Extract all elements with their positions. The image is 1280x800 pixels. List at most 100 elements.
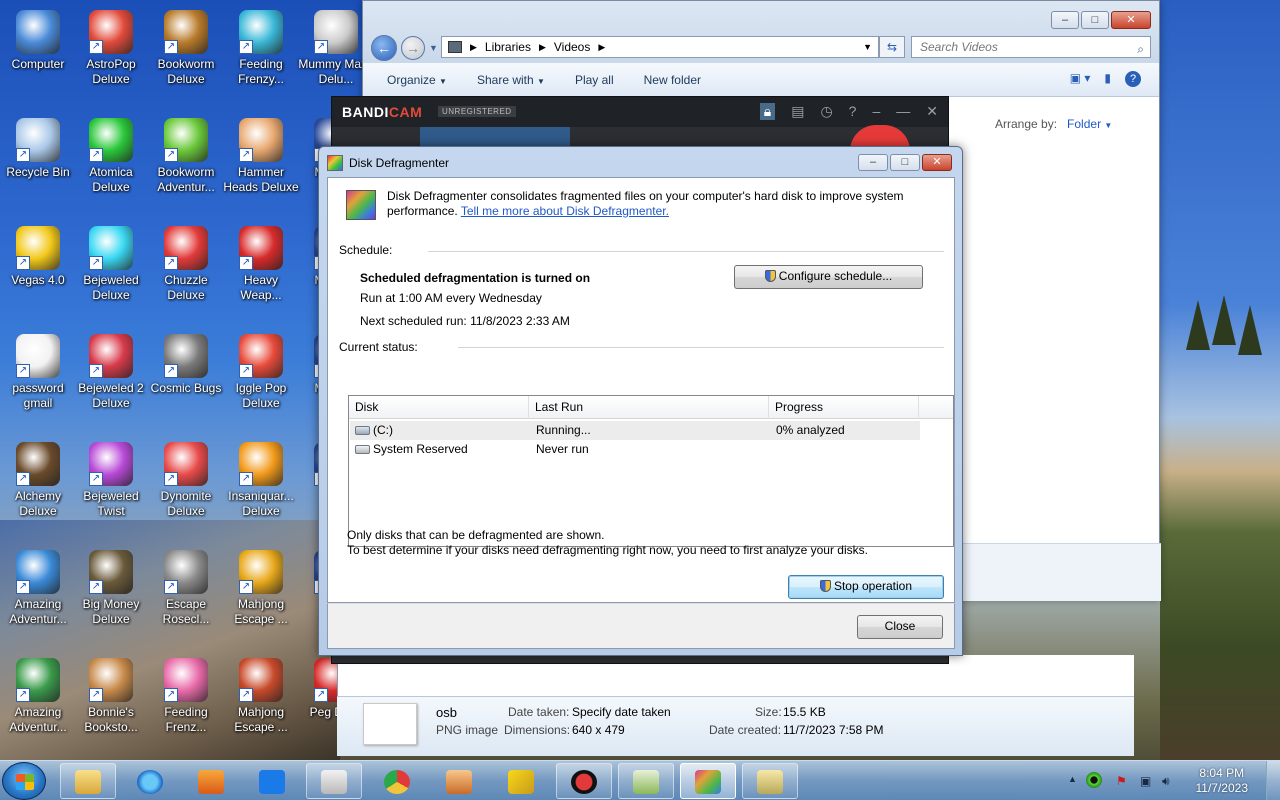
desktop-icon[interactable]: ↗ Mahjong Escape ... [223, 658, 299, 735]
desktop-icon[interactable]: ↗ password gmail [0, 334, 76, 411]
minimize-icon[interactable]: – [872, 103, 880, 120]
disk-list[interactable]: Disk Last Run Progress (C:) Running... 0… [348, 395, 954, 547]
refresh-icon[interactable]: ⇆ [879, 36, 905, 58]
column-progress[interactable]: Progress [769, 396, 919, 419]
shortcut-arrow-icon: ↗ [164, 40, 178, 54]
close-dialog-button[interactable]: Close [857, 615, 943, 639]
desktop-icon[interactable]: ↗ Vegas 4.0 [0, 226, 76, 288]
help-icon[interactable]: ? [1125, 71, 1141, 87]
clock-time: 8:04 PM [1199, 766, 1245, 780]
taskbar-explorer[interactable] [60, 763, 116, 799]
lock-icon[interactable]: 🔒︎ [759, 103, 776, 120]
play-all-button[interactable]: Play all [575, 73, 614, 87]
address-dropdown-icon[interactable]: ▼ [863, 42, 872, 52]
desktop-icon[interactable]: ↗ Recycle Bin [0, 118, 76, 180]
desktop-icon[interactable]: ↗ Atomica Deluxe [73, 118, 149, 195]
share-with-button[interactable]: Share with ▼ [477, 73, 545, 87]
back-icon[interactable]: ← [371, 35, 397, 61]
taskbar-chrome[interactable] [369, 763, 425, 799]
desktop-icon[interactable]: ↗ AstroPop Deluxe [73, 10, 149, 87]
history-chevron-icon[interactable]: ▼ [429, 43, 438, 53]
column-last-run[interactable]: Last Run [529, 396, 769, 419]
desktop-icon[interactable]: ↗ Alchemy Deluxe [0, 442, 76, 519]
taskbar-vegas[interactable] [493, 763, 549, 799]
taskbar-media-player[interactable] [183, 763, 239, 799]
desktop-icon[interactable]: ↗ Feeding Frenzy... [223, 10, 299, 87]
bandicam-mode-tabs[interactable] [420, 127, 570, 147]
desktop-icon[interactable]: ↗ Hammer Heads Deluxe [223, 118, 299, 195]
clock[interactable]: 8:04 PM 11/7/2023 [1196, 766, 1249, 796]
view-options-icon[interactable]: ▣ ▾ [1070, 71, 1091, 87]
desktop-icon[interactable]: ↗ Amazing Adventur... [0, 550, 76, 627]
close-button[interactable]: ✕ [1111, 11, 1151, 29]
desktop-icon[interactable]: ↗ Bookworm Deluxe [148, 10, 224, 87]
volume-icon[interactable]: 🔊︎ [1162, 774, 1170, 789]
breadcrumb-videos[interactable]: Videos [554, 40, 590, 54]
desktop-icon[interactable]: ↗ Big Money Deluxe [73, 550, 149, 627]
close-button[interactable]: ✕ [922, 154, 952, 171]
address-bar[interactable]: ▶ Libraries ▶ Videos ▶ ▼ [441, 36, 879, 58]
disk-row-system-reserved[interactable]: System Reserved Never run [350, 440, 920, 459]
show-hidden-icons-icon[interactable]: ▲ [1068, 774, 1077, 784]
configure-schedule-button[interactable]: Configure schedule... [734, 265, 923, 289]
taskbar-app[interactable] [306, 763, 362, 799]
maximize-button[interactable]: □ [1081, 11, 1109, 29]
desktop-icon[interactable]: ↗ Bejeweled Deluxe [73, 226, 149, 303]
dimensions-label: Dimensions: [504, 723, 571, 737]
disk-list-header: Disk Last Run Progress [349, 396, 953, 419]
desktop-icon[interactable]: ↗ Amazing Adventur... [0, 658, 76, 735]
desktop-icon[interactable]: ↗ Bejeweled Twist [73, 442, 149, 519]
show-desktop-button[interactable] [1266, 761, 1280, 800]
desktop-icon[interactable]: ↗ Chuzzle Deluxe [148, 226, 224, 303]
search-input[interactable]: Search Videos ⌕ [911, 36, 1151, 58]
date-taken-value[interactable]: Specify date taken [572, 705, 671, 719]
column-disk[interactable]: Disk [349, 396, 529, 419]
tray-app-icon[interactable] [1086, 772, 1102, 788]
collapse-icon[interactable]: — [896, 103, 910, 120]
arrange-value-dropdown[interactable]: Folder ▼ [1067, 117, 1112, 131]
learn-more-link[interactable]: Tell me more about Disk Defragmenter. [461, 204, 669, 218]
taskbar-disk-cleanup[interactable] [618, 763, 674, 799]
bandicam-header: BANDICAM UNREGISTERED 🔒︎ ▤ ◷ ? – — ✕ [332, 97, 948, 127]
details-pane: osb PNG image Date taken: Specify date t… [337, 696, 1134, 756]
timer-icon[interactable]: ◷ [820, 103, 832, 120]
network-icon[interactable]: ▣ [1140, 774, 1151, 788]
help-icon[interactable]: ? [849, 103, 857, 120]
folder-icon[interactable]: ▤ [791, 103, 804, 120]
minimize-button[interactable]: – [858, 154, 888, 171]
desktop-icon[interactable]: Computer [0, 10, 76, 72]
desktop-icon[interactable]: ↗ Iggle Pop Deluxe [223, 334, 299, 411]
taskbar-internet-explorer[interactable] [122, 763, 178, 799]
maximize-button[interactable]: □ [890, 154, 920, 171]
taskbar-dropbox[interactable] [244, 763, 300, 799]
minimize-button[interactable]: – [1051, 11, 1079, 29]
start-button[interactable] [2, 762, 46, 800]
desktop-icon[interactable]: ↗ Bookworm Adventur... [148, 118, 224, 195]
desktop-icon-label: Iggle Pop Deluxe [235, 381, 287, 410]
file-name: osb [436, 705, 457, 720]
desktop-icon[interactable]: ↗ Cosmic Bugs [148, 334, 224, 396]
preview-pane-icon[interactable]: ▮ [1104, 71, 1111, 87]
taskbar-installer[interactable] [431, 763, 487, 799]
taskbar-drive-app[interactable] [742, 763, 798, 799]
organize-button[interactable]: Organize ▼ [387, 73, 447, 87]
desktop-icon[interactable]: ↗ Escape Rosecl... [148, 550, 224, 627]
new-folder-button[interactable]: New folder [644, 73, 701, 87]
desktop-icon[interactable]: ↗ Insaniquar... Deluxe [223, 442, 299, 519]
desktop-icon[interactable]: ↗ Mahjong Escape ... [223, 550, 299, 627]
taskbar-bandicam[interactable] [556, 763, 612, 799]
stop-operation-button[interactable]: Stop operation [788, 575, 944, 599]
desktop-icon[interactable]: ↗ Heavy Weap... [223, 226, 299, 303]
defrag-dialog[interactable]: Disk Defragmenter – □ ✕ Disk Defragmente… [318, 146, 963, 656]
forward-icon[interactable]: → [401, 36, 425, 60]
close-icon[interactable]: ✕ [926, 103, 938, 120]
desktop-icon[interactable]: ↗ Dynomite Deluxe [148, 442, 224, 519]
desktop-icon[interactable]: ↗ Bonnie's Booksto... [73, 658, 149, 735]
desktop-icon[interactable]: ↗ Bejeweled 2 Deluxe [73, 334, 149, 411]
disk-row-c[interactable]: (C:) Running... 0% analyzed [350, 421, 920, 440]
breadcrumb-libraries[interactable]: Libraries [485, 40, 531, 54]
desktop-icon-label: Amazing Adventur... [9, 597, 67, 626]
action-center-icon[interactable]: ⚑ [1116, 774, 1127, 788]
desktop-icon[interactable]: ↗ Feeding Frenz... [148, 658, 224, 735]
taskbar-disk-defragmenter[interactable] [680, 763, 736, 799]
